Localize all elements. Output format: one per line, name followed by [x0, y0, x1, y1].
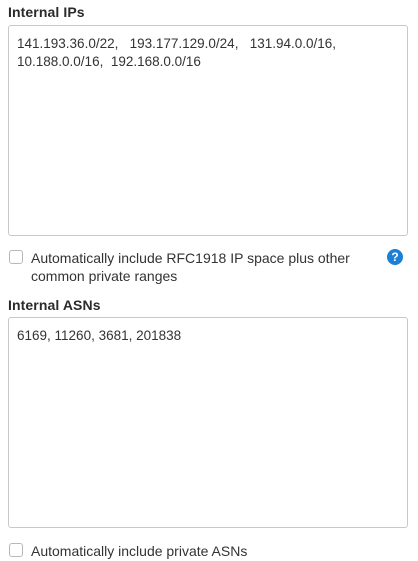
- private-asn-checkbox-label[interactable]: Automatically include private ASNs: [31, 542, 247, 560]
- internal-asns-label: Internal ASNs: [8, 297, 101, 313]
- private-asn-checkbox[interactable]: [9, 543, 23, 557]
- internal-ips-label: Internal IPs: [8, 4, 85, 20]
- rfc1918-checkbox-label[interactable]: Automatically include RFC1918 IP space p…: [31, 249, 361, 285]
- help-question-icon[interactable]: ?: [387, 249, 403, 265]
- private-asn-option-row[interactable]: Automatically include private ASNs: [9, 542, 247, 560]
- internal-asns-textarea[interactable]: 6169, 11260, 3681, 201838: [8, 317, 408, 528]
- rfc1918-option-row[interactable]: Automatically include RFC1918 IP space p…: [9, 249, 409, 285]
- internal-ips-textarea[interactable]: 141.193.36.0/22, 193.177.129.0/24, 131.9…: [8, 25, 408, 236]
- rfc1918-checkbox[interactable]: [9, 250, 23, 264]
